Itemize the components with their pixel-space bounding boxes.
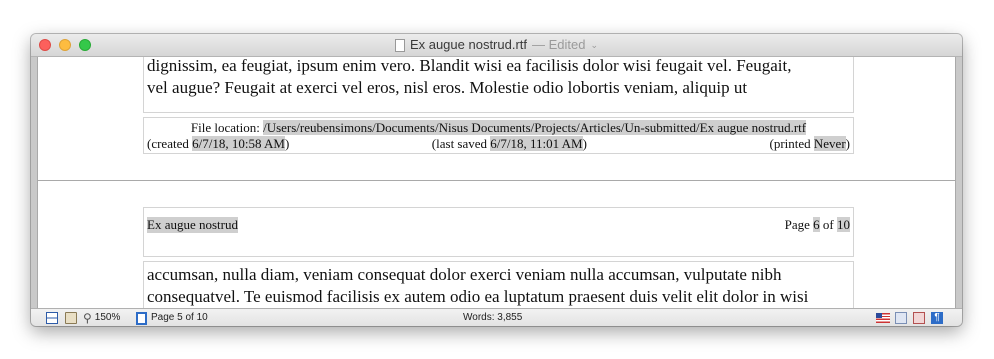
current-page-number: 6 [813, 217, 820, 232]
page-indicator-label: Page 5 of 10 [151, 312, 208, 323]
file-dates-row: (created 6/7/18, 10:58 AM) (last saved 6… [144, 136, 853, 152]
document-scroll-area[interactable]: dignissim, ea feugiat, ipsum enim vero. … [31, 57, 962, 308]
chevron-down-icon[interactable]: ⌄ [591, 34, 599, 56]
zoom-window-button[interactable] [79, 39, 91, 51]
header-page-number: Page 6 of 10 [784, 217, 850, 232]
header-row: Ex augue nostrud Page 6 of 10 [144, 217, 853, 233]
language-button[interactable] [876, 309, 890, 326]
clipboard-icon [65, 312, 77, 324]
minimize-window-button[interactable] [59, 39, 71, 51]
total-page-number: 10 [837, 217, 850, 232]
page-body-text[interactable]: accumsan, nulla diam, veniam consequat d… [143, 261, 854, 308]
close-window-button[interactable] [39, 39, 51, 51]
style-icon [913, 312, 925, 324]
page-body-text[interactable]: dignissim, ea feugiat, ipsum enim vero. … [143, 57, 854, 113]
zoom-level: 150% [94, 312, 121, 323]
file-location-row: File location: /Users/reubensimons/Docum… [144, 118, 853, 136]
zoom-control[interactable]: ⚲ 150% [83, 309, 120, 326]
page-view-icon [46, 312, 58, 324]
magnifier-icon: ⚲ [83, 311, 92, 325]
body-line: consequatvel. Te euismod facilisis ex au… [147, 287, 809, 306]
body-line: vel augue? Feugait at exerci vel eros, n… [147, 78, 748, 97]
header-title: Ex augue nostrud [147, 217, 238, 233]
notes-view-button[interactable] [65, 309, 77, 326]
page: dignissim, ea feugiat, ipsum enim vero. … [37, 57, 956, 195]
pilcrow-icon: ¶ [931, 312, 943, 324]
title-bar[interactable]: Ex augue nostrud.rtf — Edited ⌄ [31, 34, 962, 57]
page: Ex augue nostrud Page 6 of 10 accumsan, … [37, 180, 956, 308]
us-flag-icon [876, 313, 890, 323]
page-icon [136, 311, 147, 325]
page-footer[interactable]: File location: /Users/reubensimons/Docum… [143, 117, 854, 154]
page-view-button[interactable] [46, 309, 58, 326]
word-count: Words: 3,855 [463, 312, 523, 323]
created-value: 6/7/18, 10:58 AM [192, 136, 285, 151]
page-indicator[interactable]: Page 5 of 10 [136, 309, 208, 326]
created-field: (created 6/7/18, 10:58 AM) [147, 136, 290, 151]
last-saved-value: 6/7/18, 11:01 AM [490, 136, 583, 151]
paragraph-marks-button[interactable]: ¶ [931, 309, 943, 326]
text-box-icon [895, 312, 907, 324]
window-title: Ex augue nostrud.rtf [409, 37, 528, 52]
last-saved-field: (last saved 6/7/18, 11:01 AM) [431, 136, 587, 151]
body-line: dignissim, ea feugiat, ipsum enim vero. … [147, 57, 792, 75]
file-location-label: File location: [190, 120, 260, 135]
status-bar: ⚲ 150% Page 5 of 10 Words: 3,855 ¶ [31, 308, 962, 326]
style-view-button[interactable] [913, 309, 925, 326]
body-line: accumsan, nulla diam, veniam consequat d… [147, 265, 782, 284]
window-title-group[interactable]: Ex augue nostrud.rtf — Edited ⌄ [394, 34, 599, 56]
document-icon [394, 38, 405, 52]
text-box-view-button[interactable] [895, 309, 907, 326]
printed-field: (printed Never) [769, 136, 850, 151]
edited-label: — Edited [532, 37, 586, 52]
file-location-value: /Users/reubensimons/Documents/Nisus Docu… [263, 120, 807, 135]
page-header[interactable]: Ex augue nostrud Page 6 of 10 [143, 207, 854, 257]
document-window: Ex augue nostrud.rtf — Edited ⌄ dignissi… [31, 34, 962, 326]
printed-value: Never [813, 136, 846, 151]
